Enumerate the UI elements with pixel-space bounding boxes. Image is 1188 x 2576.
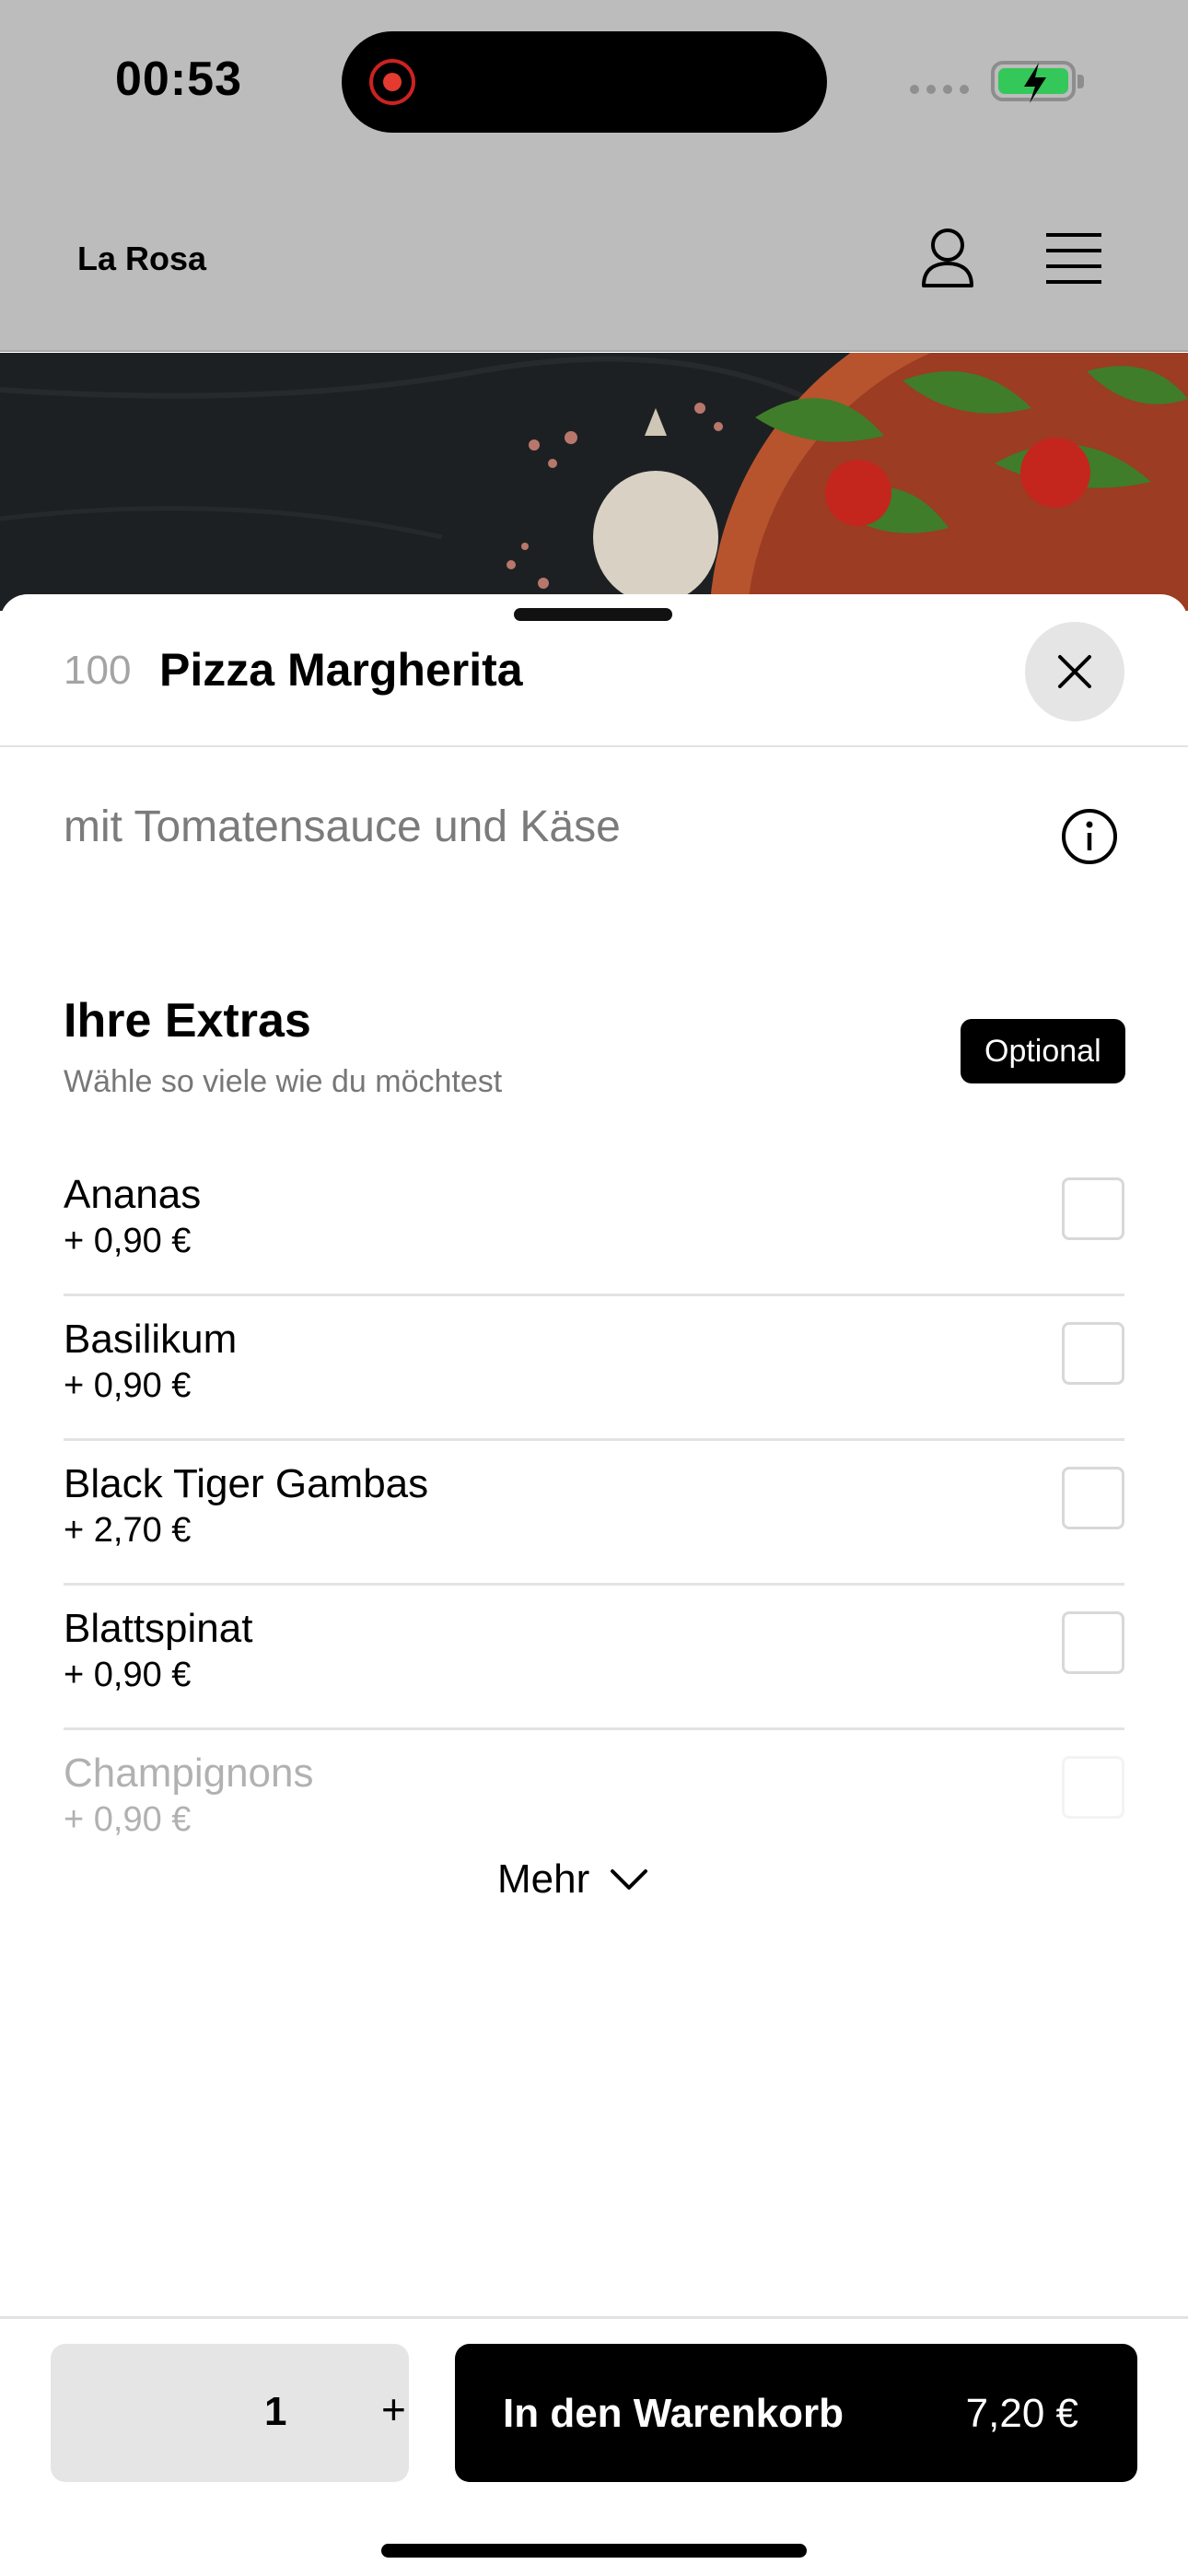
product-title: Pizza Margherita xyxy=(159,644,523,696)
extra-checkbox[interactable] xyxy=(1062,1611,1124,1674)
extra-checkbox[interactable] xyxy=(1062,1177,1124,1240)
product-number: 100 xyxy=(64,648,132,693)
extras-list: Ananas + 0,90 € Basilikum + 0,90 € Black… xyxy=(64,1152,1124,1875)
quantity-increase-button[interactable]: + xyxy=(381,2384,406,2434)
optional-badge: Optional xyxy=(961,1019,1125,1083)
footer-divider xyxy=(0,2316,1188,2319)
show-more-button[interactable]: Mehr xyxy=(497,1856,648,1903)
home-indicator[interactable] xyxy=(381,2544,807,2558)
battery-icon xyxy=(991,61,1084,103)
product-detail-sheet: 100 Pizza Margherita mit Tomatensauce un… xyxy=(0,594,1188,2576)
extra-checkbox[interactable] xyxy=(1062,1467,1124,1529)
extra-name: Champignons xyxy=(64,1751,314,1796)
app-header: La Rosa xyxy=(0,157,1188,352)
product-description: mit Tomatensauce und Käse xyxy=(64,802,621,851)
extra-checkbox[interactable] xyxy=(1062,1322,1124,1385)
extra-option-blattspinat[interactable]: Blattspinat + 0,90 € xyxy=(64,1586,1124,1730)
extra-name: Blattspinat xyxy=(64,1606,253,1651)
menu-icon[interactable] xyxy=(1044,232,1103,286)
signal-icon xyxy=(910,85,969,94)
extra-option-black-tiger-gambas[interactable]: Black Tiger Gambas + 2,70 € xyxy=(64,1441,1124,1586)
extra-checkbox[interactable] xyxy=(1062,1756,1124,1819)
show-more-label: Mehr xyxy=(497,1856,590,1902)
status-time: 00:53 xyxy=(115,53,242,106)
extra-name: Basilikum xyxy=(64,1317,238,1362)
hero-image xyxy=(0,353,1188,611)
extra-price: + 0,90 € xyxy=(64,1656,192,1694)
add-to-cart-button[interactable]: In den Warenkorb 7,20 € xyxy=(455,2344,1137,2482)
extras-heading: Ihre Extras xyxy=(64,994,311,1048)
extras-subtitle: Wähle so viele wie du möchtest xyxy=(64,1064,503,1099)
close-icon xyxy=(1058,655,1091,688)
extra-option-basilikum[interactable]: Basilikum + 0,90 € xyxy=(64,1296,1124,1441)
quantity-stepper: 1 + xyxy=(51,2344,409,2482)
user-icon[interactable] xyxy=(918,227,977,289)
close-button[interactable] xyxy=(1025,622,1124,721)
extra-price: + 0,90 € xyxy=(64,1222,192,1260)
brand-name[interactable]: La Rosa xyxy=(77,240,206,278)
extra-option-champignons[interactable]: Champignons + 0,90 € xyxy=(64,1730,1124,1875)
dynamic-island xyxy=(342,31,827,133)
recording-indicator-icon xyxy=(369,59,415,105)
extra-price: + 0,90 € xyxy=(64,1800,192,1839)
info-icon[interactable] xyxy=(1061,808,1118,865)
chevron-down-icon xyxy=(611,1869,648,1890)
status-bar: 00:53 xyxy=(0,0,1188,157)
extra-name: Black Tiger Gambas xyxy=(64,1461,429,1506)
divider xyxy=(0,745,1188,747)
extra-price: + 2,70 € xyxy=(64,1511,192,1550)
cart-total-price: 7,20 € xyxy=(965,2391,1078,2436)
extra-option-ananas[interactable]: Ananas + 0,90 € xyxy=(64,1152,1124,1296)
extra-name: Ananas xyxy=(64,1172,202,1217)
extra-price: + 0,90 € xyxy=(64,1366,192,1405)
sheet-grabber[interactable] xyxy=(514,608,672,621)
add-to-cart-label: In den Warenkorb xyxy=(503,2391,844,2436)
quantity-value: 1 xyxy=(264,2389,287,2434)
